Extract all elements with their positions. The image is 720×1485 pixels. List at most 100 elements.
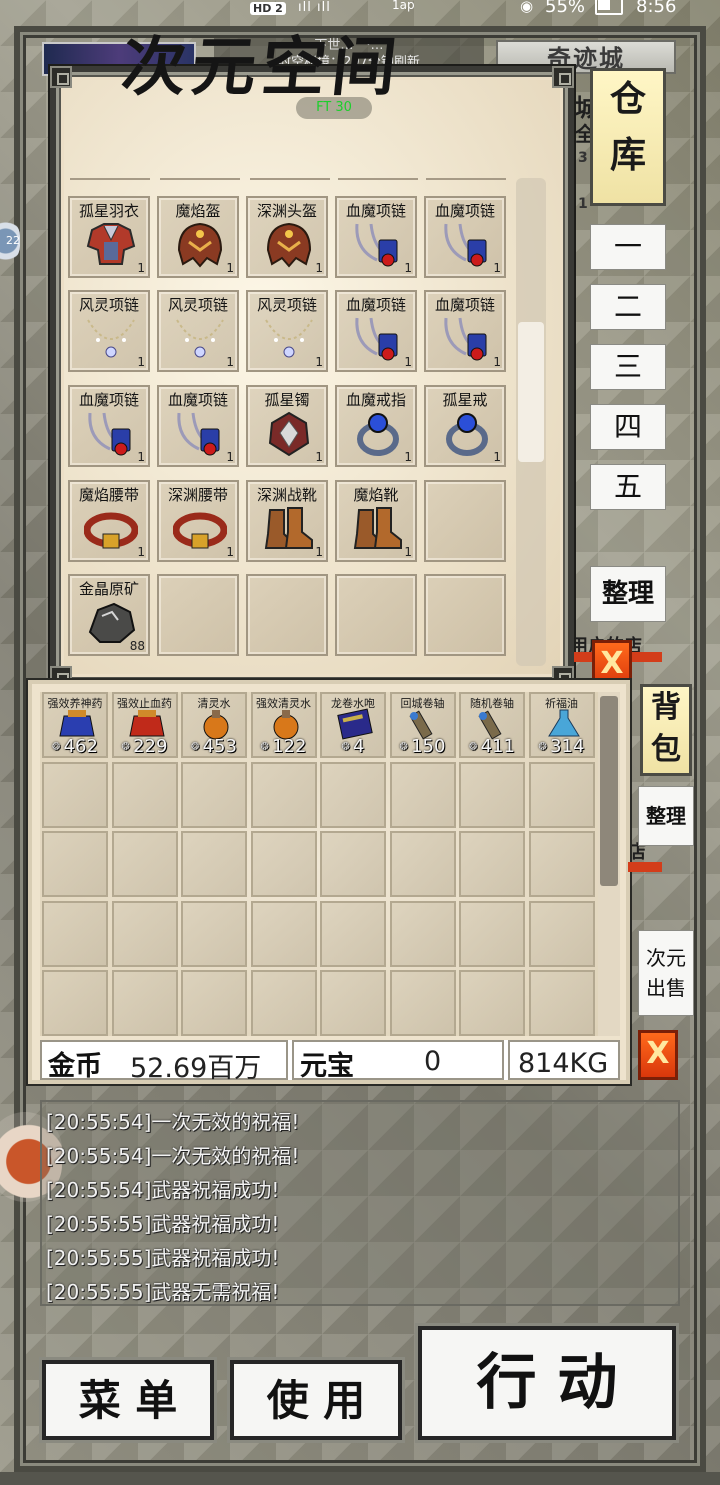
bag-slot[interactable]: 强效止血药 ❂ 229: [111, 692, 178, 758]
bag-slot-empty[interactable]: [459, 761, 525, 828]
bag-slot-empty[interactable]: [181, 970, 247, 1036]
warehouse-slot-empty[interactable]: [424, 480, 506, 562]
bag-slot-empty[interactable]: [459, 831, 525, 897]
use-button[interactable]: 使 用: [230, 1360, 402, 1440]
status-bar: HD 2 ıll ıll 1ap ◉ 55% 8:56: [0, 0, 720, 18]
warehouse-slot[interactable]: 深渊战靴 1: [246, 480, 328, 562]
warehouse-page-4-button[interactable]: 四: [590, 404, 666, 450]
warehouse-slot[interactable]: 血魔项链 1: [335, 196, 417, 278]
bag-slot[interactable]: 随机卷轴 ❂ 411: [459, 692, 525, 758]
warehouse-scroll-thumb[interactable]: [518, 322, 544, 462]
boots-icon: [262, 504, 316, 552]
bag-slot-empty[interactable]: [459, 900, 525, 967]
bag-slot-empty[interactable]: [42, 831, 108, 897]
warehouse-slot-empty[interactable]: [335, 574, 417, 656]
warehouse-slot[interactable]: 风灵项链 1: [157, 290, 239, 372]
bag-slot-empty[interactable]: [528, 970, 595, 1036]
warehouse-slot-empty[interactable]: [246, 574, 328, 656]
bag-slot-empty[interactable]: [111, 900, 178, 967]
bag-slot[interactable]: 强效养神药 ❂ 462: [42, 692, 108, 758]
bag-tidy-button[interactable]: 整理: [638, 786, 694, 846]
side-float-button[interactable]: 22: [0, 218, 20, 264]
bag-slot-empty[interactable]: [42, 970, 108, 1036]
bag-slot[interactable]: 祈福油 ❂ 314: [528, 692, 595, 758]
warehouse-page-1-button[interactable]: 一: [590, 224, 666, 270]
warehouse-slot[interactable]: 风灵项链 1: [246, 290, 328, 372]
warehouse-slot[interactable]: 血魔项链 1: [68, 385, 150, 467]
warehouse-slot-empty[interactable]: [424, 574, 506, 656]
bag-slot-empty[interactable]: [250, 831, 317, 897]
bag-slot-empty[interactable]: [528, 761, 595, 828]
bag-slot-empty[interactable]: [111, 831, 178, 897]
bag-slot-empty[interactable]: [250, 761, 317, 828]
bag-slot-empty[interactable]: [389, 761, 456, 828]
warehouse-slot[interactable]: 深渊腰带 1: [157, 480, 239, 562]
bag-slot-empty[interactable]: [181, 900, 247, 967]
bag-slot-empty[interactable]: [320, 831, 386, 897]
bag-weight: 814KG: [518, 1048, 609, 1079]
warehouse-tab[interactable]: 仓库: [590, 68, 666, 206]
necklace-red-icon: [351, 220, 405, 268]
behind-label: 3: [578, 150, 588, 166]
bag-slot-empty[interactable]: [181, 761, 247, 828]
bag-slot-empty[interactable]: [528, 900, 595, 967]
bag-slot-empty[interactable]: [42, 900, 108, 967]
warehouse-slot[interactable]: 血魔戒指 1: [335, 385, 417, 467]
warehouse-slot[interactable]: 风灵项链 1: [68, 290, 150, 372]
warehouse-slot[interactable]: 深渊头盔 1: [246, 196, 328, 278]
bag-slot-empty[interactable]: [389, 900, 456, 967]
warehouse-slot[interactable]: 孤星羽衣 1: [68, 196, 150, 278]
gold-cell: 金币 52.69百万: [40, 1040, 288, 1084]
warehouse-slot[interactable]: 血魔项链 1: [157, 385, 239, 467]
item-quantity: 1: [226, 261, 234, 275]
bag-slot[interactable]: 龙卷水咆 ❂ 4: [320, 692, 386, 758]
item-name: 血魔项链: [434, 296, 495, 314]
bag-tab[interactable]: 背包: [640, 684, 692, 776]
item-name: 随机卷轴: [470, 697, 514, 710]
bag-slot-empty[interactable]: [250, 900, 317, 967]
warehouse-slot[interactable]: 血魔项链 1: [424, 196, 506, 278]
bag-slot-empty[interactable]: [111, 970, 178, 1036]
warehouse-tidy-button[interactable]: 整理: [590, 566, 666, 622]
item-quantity: 1: [315, 450, 323, 464]
bag-slot-empty[interactable]: [389, 831, 456, 897]
warehouse-slot[interactable]: 孤星戒 1: [424, 385, 506, 467]
warehouse-slot[interactable]: 血魔项链 1: [335, 290, 417, 372]
bag-slot[interactable]: 清灵水 ❂ 453: [181, 692, 247, 758]
item-quantity: 1: [493, 355, 501, 369]
bag-scroll-thumb[interactable]: [600, 696, 618, 886]
warehouse-page-2-button[interactable]: 二: [590, 284, 666, 330]
bag-slot-empty[interactable]: [111, 761, 178, 828]
warehouse-slot[interactable]: 血魔项链 1: [424, 290, 506, 372]
bag-slot-empty[interactable]: [181, 831, 247, 897]
bag-slot-empty[interactable]: [459, 970, 525, 1036]
warehouse-slot[interactable]: 魔焰腰带 1: [68, 480, 150, 562]
chat-line: [20:55:54]一次无效的祝福!: [46, 1144, 300, 1168]
bag-panel: 强效养神药 ❂ 462 强效止血药 ❂ 229 清灵水 ❂ 453 强效清灵水 ❂ 122 龙卷…: [28, 680, 630, 1084]
battery-percent: 55%: [545, 0, 586, 17]
dimension-sell-button[interactable]: 次元出售: [638, 930, 694, 1016]
warehouse-slot[interactable]: 魔焰盔 1: [157, 196, 239, 278]
warehouse-slot[interactable]: 孤星镯 1: [246, 385, 328, 467]
necklace-red-icon: [173, 409, 227, 457]
bag-slot-empty[interactable]: [320, 970, 386, 1036]
bag-slot[interactable]: 强效清灵水 ❂ 122: [250, 692, 317, 758]
bag-slot-empty[interactable]: [320, 761, 386, 828]
warehouse-slot[interactable]: 魔焰靴 1: [335, 480, 417, 562]
bag-slot[interactable]: 回城卷轴 ❂ 150: [389, 692, 456, 758]
bag-close-button[interactable]: X: [638, 1030, 678, 1080]
menu-button[interactable]: 菜 单: [42, 1360, 214, 1440]
clock: 8:56: [636, 0, 677, 17]
action-button[interactable]: 行 动: [418, 1326, 676, 1440]
warehouse-slot[interactable]: 金晶原矿 88: [68, 574, 150, 656]
bound-icon: ❂: [469, 741, 481, 753]
warehouse-page-3-button[interactable]: 三: [590, 344, 666, 390]
warehouse-slot-empty[interactable]: [157, 574, 239, 656]
item-quantity: ❂ 4: [323, 736, 383, 757]
bag-slot-empty[interactable]: [320, 900, 386, 967]
bag-slot-empty[interactable]: [250, 970, 317, 1036]
bag-slot-empty[interactable]: [42, 761, 108, 828]
bag-slot-empty[interactable]: [389, 970, 456, 1036]
bag-slot-empty[interactable]: [528, 831, 595, 897]
warehouse-page-5-button[interactable]: 五: [590, 464, 666, 510]
